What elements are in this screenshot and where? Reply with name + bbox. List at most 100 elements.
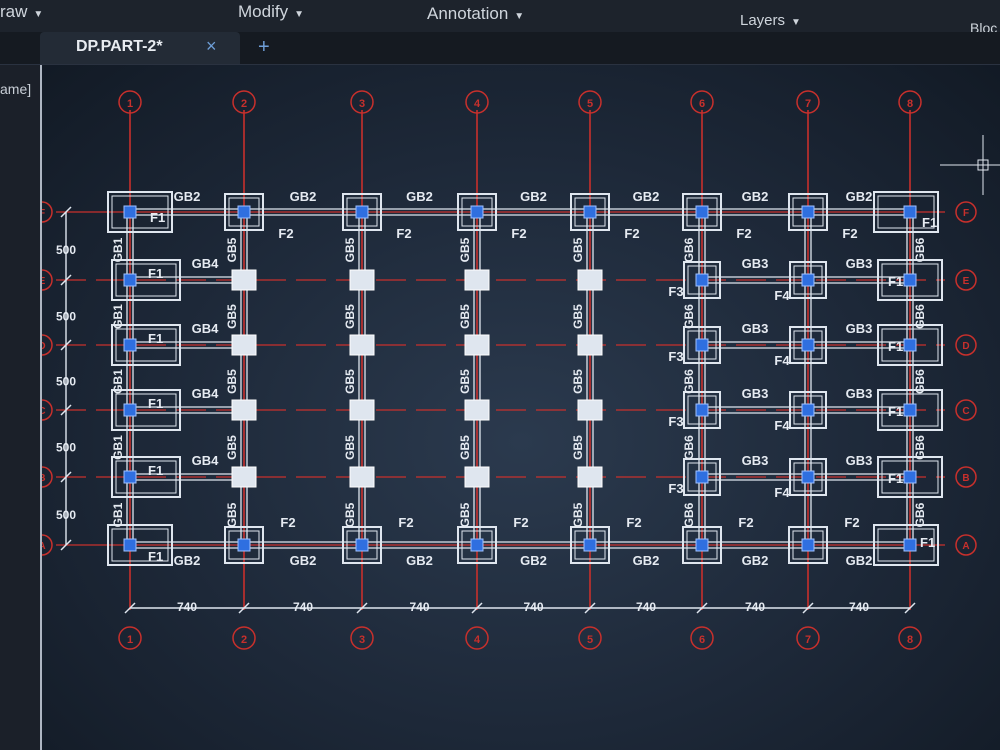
beam-label-col-right: GB6 — [682, 304, 696, 329]
grid-bubble-label: E — [42, 276, 46, 287]
drawing-canvas[interactable]: 1 1 2 2 3 3 4 4 5 5 6 6 7 7 8 8 F F E E D D C C B B A A GB2 GB2 GB2 GB2… — [42, 65, 1000, 750]
foundation-plan[interactable]: 1 1 2 2 3 3 4 4 5 5 6 6 7 7 8 8 F F E E D D C C B B A A GB2 GB2 GB2 GB2… — [42, 65, 1000, 750]
column-icon[interactable] — [470, 538, 484, 552]
beam-support-block[interactable] — [349, 466, 375, 488]
column-icon[interactable] — [695, 470, 709, 484]
column-icon[interactable] — [123, 273, 137, 287]
footing-label-col7: F4 — [774, 418, 790, 433]
column-icon[interactable] — [903, 403, 917, 417]
beam-label-col-mid: GB5 — [458, 369, 472, 394]
column-icon[interactable] — [123, 338, 137, 352]
beam-label-top: GB2 — [406, 189, 433, 204]
column-icon[interactable] — [903, 338, 917, 352]
column-icon[interactable] — [801, 538, 815, 552]
grid-bubble-label: A — [42, 541, 46, 552]
grid-bubble-label: C — [962, 406, 969, 417]
column-icon[interactable] — [695, 273, 709, 287]
beam-label-right-1: GB3 — [742, 386, 769, 401]
beam-label-left: GB4 — [192, 321, 220, 336]
beam-label-right-2: GB3 — [846, 256, 873, 271]
grid-bubble-label: B — [42, 473, 46, 484]
beam-label-col-left: GB1 — [111, 369, 125, 394]
column-icon[interactable] — [237, 538, 251, 552]
footing-label-top: F1 — [150, 210, 165, 225]
dimension-label-col: 740 — [409, 600, 429, 614]
grid-bubble-label: 7 — [805, 634, 811, 646]
footing-label-top: F2 — [736, 226, 751, 241]
grid-bubble-label: 2 — [241, 634, 247, 646]
layers-menu[interactable]: Layers ▼ — [740, 12, 801, 29]
column-icon[interactable] — [801, 205, 815, 219]
grid-bubble-label: 6 — [699, 634, 705, 646]
column-icon[interactable] — [123, 403, 137, 417]
footing-label-bottom: F1 — [920, 535, 935, 550]
beam-support-block[interactable] — [231, 269, 257, 291]
annotation-menu[interactable]: Annotation ▼ — [427, 4, 524, 24]
column-icon[interactable] — [123, 470, 137, 484]
column-icon[interactable] — [470, 205, 484, 219]
grid-bubble-label: D — [42, 341, 46, 352]
column-icon[interactable] — [237, 205, 251, 219]
beam-support-block[interactable] — [464, 269, 490, 291]
column-icon[interactable] — [355, 205, 369, 219]
dimension-label-row: 500 — [56, 441, 76, 455]
beam-support-block[interactable] — [577, 269, 603, 291]
modify-menu[interactable]: Modify ▼ — [238, 2, 304, 22]
properties-panel: ame] — [0, 65, 42, 750]
footing-label-bottom: F2 — [398, 515, 413, 530]
beam-support-block[interactable] — [577, 334, 603, 356]
beam-support-block[interactable] — [231, 466, 257, 488]
column-icon[interactable] — [801, 470, 815, 484]
beam-support-block[interactable] — [464, 399, 490, 421]
beam-support-block[interactable] — [464, 334, 490, 356]
column-icon[interactable] — [355, 538, 369, 552]
footing-label-col7: F4 — [774, 485, 790, 500]
beam-support-block[interactable] — [231, 334, 257, 356]
beam-label-col-mid: GB5 — [458, 435, 472, 460]
dimension-label-row: 500 — [56, 508, 76, 522]
add-tab-icon[interactable]: + — [258, 36, 270, 59]
footing-label-col6: F3 — [668, 349, 683, 364]
grid-bubble-label: 6 — [699, 98, 705, 110]
dimension-label-col: 740 — [293, 600, 313, 614]
dimension-label-row: 500 — [56, 243, 76, 257]
beam-support-block[interactable] — [231, 399, 257, 421]
footing-label-col7: F4 — [774, 288, 790, 303]
column-icon[interactable] — [801, 403, 815, 417]
beam-label-col-mid: GB5 — [458, 237, 472, 262]
footing-label-right: F1 — [888, 471, 903, 486]
column-icon[interactable] — [903, 538, 917, 552]
column-icon[interactable] — [695, 205, 709, 219]
column-icon[interactable] — [583, 538, 597, 552]
chevron-down-icon: ▼ — [33, 9, 44, 20]
column-icon[interactable] — [123, 205, 137, 219]
column-icon[interactable] — [583, 205, 597, 219]
beam-support-block[interactable] — [464, 466, 490, 488]
footing-label-left: F1 — [148, 396, 163, 411]
beam-support-block[interactable] — [577, 399, 603, 421]
beam-label-top: GB2 — [520, 189, 547, 204]
grid-bubble-label: 4 — [474, 98, 481, 110]
beam-support-block[interactable] — [577, 466, 603, 488]
beam-label-bottom: GB2 — [520, 553, 547, 568]
column-icon[interactable] — [903, 205, 917, 219]
beam-label-col-right: GB6 — [913, 369, 927, 394]
column-icon[interactable] — [801, 273, 815, 287]
column-icon[interactable] — [903, 470, 917, 484]
column-icon[interactable] — [695, 538, 709, 552]
draw-menu[interactable]: raw ▼ — [0, 2, 43, 22]
close-icon[interactable]: × — [206, 36, 217, 57]
beam-label-col-mid: GB5 — [343, 369, 357, 394]
beam-support-block[interactable] — [349, 334, 375, 356]
column-icon[interactable] — [801, 338, 815, 352]
column-icon[interactable] — [903, 273, 917, 287]
column-icon[interactable] — [695, 403, 709, 417]
column-icon[interactable] — [695, 338, 709, 352]
beam-support-block[interactable] — [349, 269, 375, 291]
ribbon: raw ▼ Modify ▼ Annotation ▼ Layers ▼ Bloc — [0, 0, 1000, 36]
tab-dp-part-2[interactable]: DP.PART-2* × — [40, 32, 240, 64]
beam-label-top: GB2 — [846, 189, 873, 204]
column-icon[interactable] — [123, 538, 137, 552]
beam-label-col-mid: GB5 — [571, 304, 585, 329]
beam-support-block[interactable] — [349, 399, 375, 421]
